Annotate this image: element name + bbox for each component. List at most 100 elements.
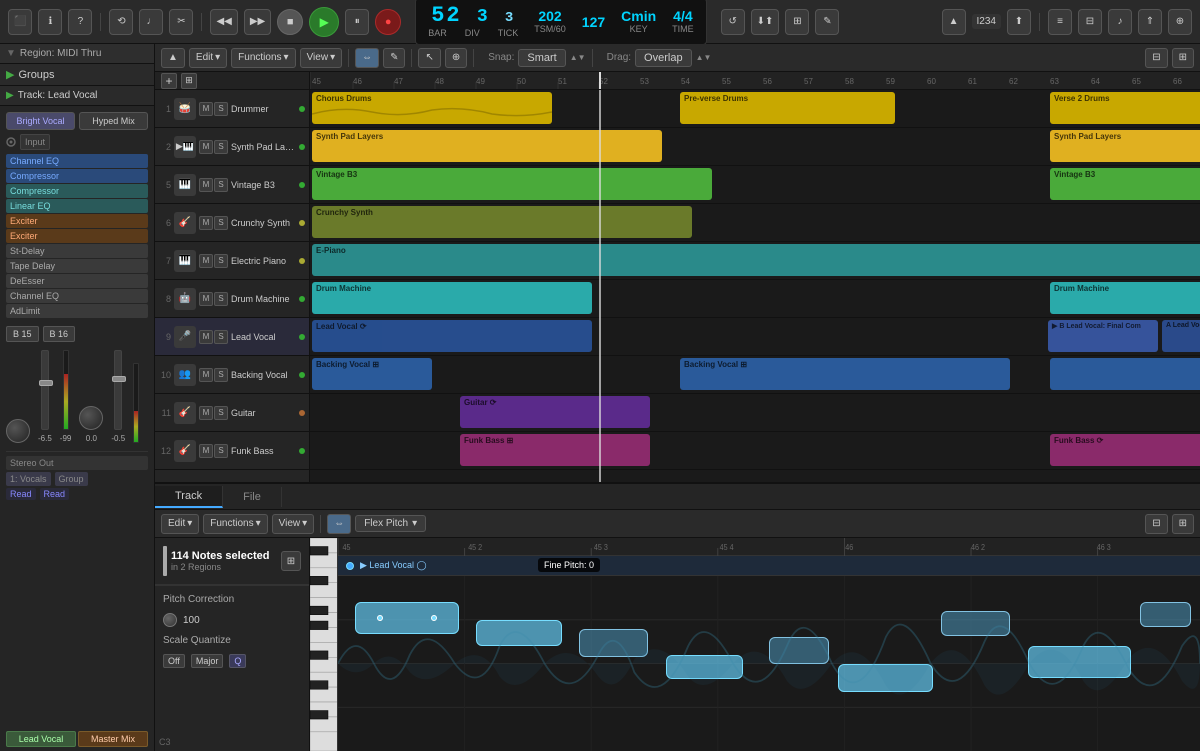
plugin-deesser[interactable]: DeEsser	[6, 274, 148, 288]
send-b15[interactable]: B 15	[6, 326, 39, 342]
mute-btn-12[interactable]: M	[199, 444, 213, 458]
plugin-compressor-2[interactable]: Compressor	[6, 184, 148, 198]
clip-bass-1[interactable]: Funk Bass ⊞	[460, 434, 650, 466]
read-mode-1[interactable]: Read	[6, 488, 36, 500]
plugin-compressor-1[interactable]: Compressor	[6, 169, 148, 183]
piano-btn[interactable]: ♪	[1108, 9, 1132, 35]
drag-value[interactable]: Overlap	[635, 49, 692, 67]
mute-btn-11[interactable]: M	[199, 406, 213, 420]
lane-backing[interactable]: Backing Vocal ⊞ Backing Vocal ⊞	[310, 356, 1200, 394]
bpm-display[interactable]: 202	[538, 8, 561, 24]
pitch-editor-main[interactable]: 45 45 2 45 3 45 4 46 46 2 46 3	[338, 538, 1200, 751]
group-btn[interactable]: Group	[55, 472, 88, 486]
tab-track[interactable]: Track	[155, 486, 223, 508]
autopunch-btn[interactable]: ⬇⬆	[751, 9, 780, 35]
clip-synth-2[interactable]: Synth Pad Layers	[1050, 130, 1200, 162]
cycle-btn[interactable]: ↺	[721, 9, 745, 35]
functions-menu[interactable]: Functions ▾	[231, 48, 295, 68]
lane-lead-vocal[interactable]: Lead Vocal ⟳ ▶ B Lead Vocal: Final Com A…	[310, 318, 1200, 356]
scale-q-btn[interactable]: Q	[229, 654, 246, 668]
editor-edit-menu[interactable]: Edit ▾	[161, 514, 199, 534]
record-btn[interactable]: ●	[375, 9, 401, 35]
master-btn[interactable]: ⬆	[1007, 9, 1031, 35]
lane-drum-machine[interactable]: Drum Machine Drum Machine	[310, 280, 1200, 318]
zoom-out-btn[interactable]: ⊟	[1145, 48, 1167, 68]
clip-backing-3[interactable]	[1050, 358, 1200, 390]
mute-btn-7[interactable]: M	[199, 254, 213, 268]
lane-crunchy[interactable]: Crunchy Synth	[310, 204, 1200, 242]
count-in-btn[interactable]: ✂	[169, 9, 193, 35]
clip-preverse-drums[interactable]: Pre-verse Drums	[680, 92, 895, 124]
editor-zoom-out[interactable]: ⊟	[1145, 514, 1167, 534]
info-btn[interactable]: ℹ	[38, 9, 62, 35]
library-btn[interactable]: ⬛	[8, 9, 32, 35]
timesig-display[interactable]: 4/4	[673, 8, 692, 24]
lane-bass[interactable]: Funk Bass ⊞ Funk Bass ⟳	[310, 432, 1200, 470]
add-track-btn[interactable]: +	[161, 73, 177, 89]
timeline-ruler[interactable]: 45 46 47 48 49 50 51 52 53 54 55 56	[310, 72, 1200, 90]
stop-btn[interactable]: ■	[277, 9, 303, 35]
tempo-display[interactable]: 127	[582, 14, 605, 30]
snap-value[interactable]: Smart	[518, 49, 565, 67]
lane-b3[interactable]: Vintage B3 Vintage B3	[310, 166, 1200, 204]
solo-btn-11[interactable]: S	[214, 406, 228, 420]
lane-synth[interactable]: Synth Pad Layers Synth Pad Layers	[310, 128, 1200, 166]
mute-btn-5[interactable]: M	[199, 178, 213, 192]
pitch-blobs-area[interactable]	[338, 576, 1200, 751]
clip-crunchy[interactable]: Crunchy Synth	[312, 206, 692, 238]
solo-btn-7[interactable]: S	[214, 254, 228, 268]
preset-btn-1[interactable]: Bright Vocal	[6, 112, 75, 130]
groups-section[interactable]: ▶ Groups	[0, 64, 154, 86]
solo-btn-6[interactable]: S	[214, 216, 228, 230]
lane-guitar[interactable]: Guitar ⟳	[310, 394, 1200, 432]
help-btn[interactable]: ?	[68, 9, 92, 35]
mute-btn-10[interactable]: M	[199, 368, 213, 382]
solo-btn-1[interactable]: S	[214, 102, 228, 116]
solo-btn-10[interactable]: S	[214, 368, 228, 382]
notation-btn[interactable]: ▲	[942, 9, 966, 35]
clip-b3-2[interactable]: Vintage B3	[1050, 168, 1200, 200]
pencil-tool[interactable]: ✎	[383, 48, 405, 68]
mixer-btn[interactable]: ⇑	[1138, 9, 1162, 35]
play-btn[interactable]: ▶	[309, 7, 339, 37]
metronome-btn[interactable]: ♩	[139, 9, 163, 35]
zoom-in-btn[interactable]: ⊞	[1172, 48, 1194, 68]
group-label-1[interactable]: 1: Vocals	[6, 472, 51, 486]
clip-chorus-drums[interactable]: Chorus Drums	[312, 92, 552, 124]
clip-lead-1[interactable]: Lead Vocal ⟳	[312, 320, 592, 352]
fader-handle-1[interactable]	[39, 380, 53, 386]
fader-handle-2[interactable]	[112, 376, 126, 382]
scale-off-select[interactable]: Off	[163, 654, 185, 668]
rewind-btn[interactable]: ◀◀	[210, 9, 237, 35]
lane-epiano[interactable]: E-Piano	[310, 242, 1200, 280]
clip-bass-2[interactable]: Funk Bass ⟳	[1050, 434, 1200, 466]
editor-zoom-in[interactable]: ⊞	[1172, 514, 1194, 534]
fader-bar-1[interactable]	[41, 350, 49, 430]
capture-btn[interactable]: ⟲	[109, 9, 133, 35]
clip-guitar[interactable]: Guitar ⟳	[460, 396, 650, 428]
clip-lead-2[interactable]: ▶ B Lead Vocal: Final Com	[1048, 320, 1158, 352]
flex-pitch-selector[interactable]: Flex Pitch ▾	[355, 515, 426, 532]
send-b16[interactable]: B 16	[43, 326, 76, 342]
pointer-tool[interactable]: ↖	[418, 48, 440, 68]
clip-verse2-drums[interactable]: Verse 2 Drums	[1050, 92, 1200, 124]
link-btn[interactable]: ⇔	[355, 48, 379, 68]
mute-btn-8[interactable]: M	[199, 292, 213, 306]
clip-epiano[interactable]: E-Piano	[312, 244, 1200, 276]
editor-view-menu[interactable]: View ▾	[272, 514, 315, 534]
lead-vocal-bottom-btn[interactable]: Lead Vocal	[6, 731, 76, 747]
plugin-adlimit[interactable]: AdLimit	[6, 304, 148, 318]
settings-btn[interactable]: ≡	[1048, 9, 1072, 35]
plugin-exciter-1[interactable]: Exciter	[6, 214, 148, 228]
master-mix-btn[interactable]: Master Mix	[78, 731, 148, 747]
solo-btn-9[interactable]: S	[214, 330, 228, 344]
list-btn[interactable]: ⊟	[1078, 9, 1102, 35]
clip-backing-1[interactable]: Backing Vocal ⊞	[312, 358, 432, 390]
tab-file[interactable]: File	[223, 487, 282, 507]
fader-bar-2[interactable]	[114, 350, 122, 430]
plugin-channel-eq-2[interactable]: Channel EQ	[6, 289, 148, 303]
lane-drummer[interactable]: Chorus Drums Pre-verse Drums Verse 2 Dru…	[310, 90, 1200, 128]
clip-b3-1[interactable]: Vintage B3	[312, 168, 712, 200]
mute-btn-2[interactable]: M	[199, 140, 213, 154]
plugin-channel-eq-1[interactable]: Channel EQ	[6, 154, 148, 168]
